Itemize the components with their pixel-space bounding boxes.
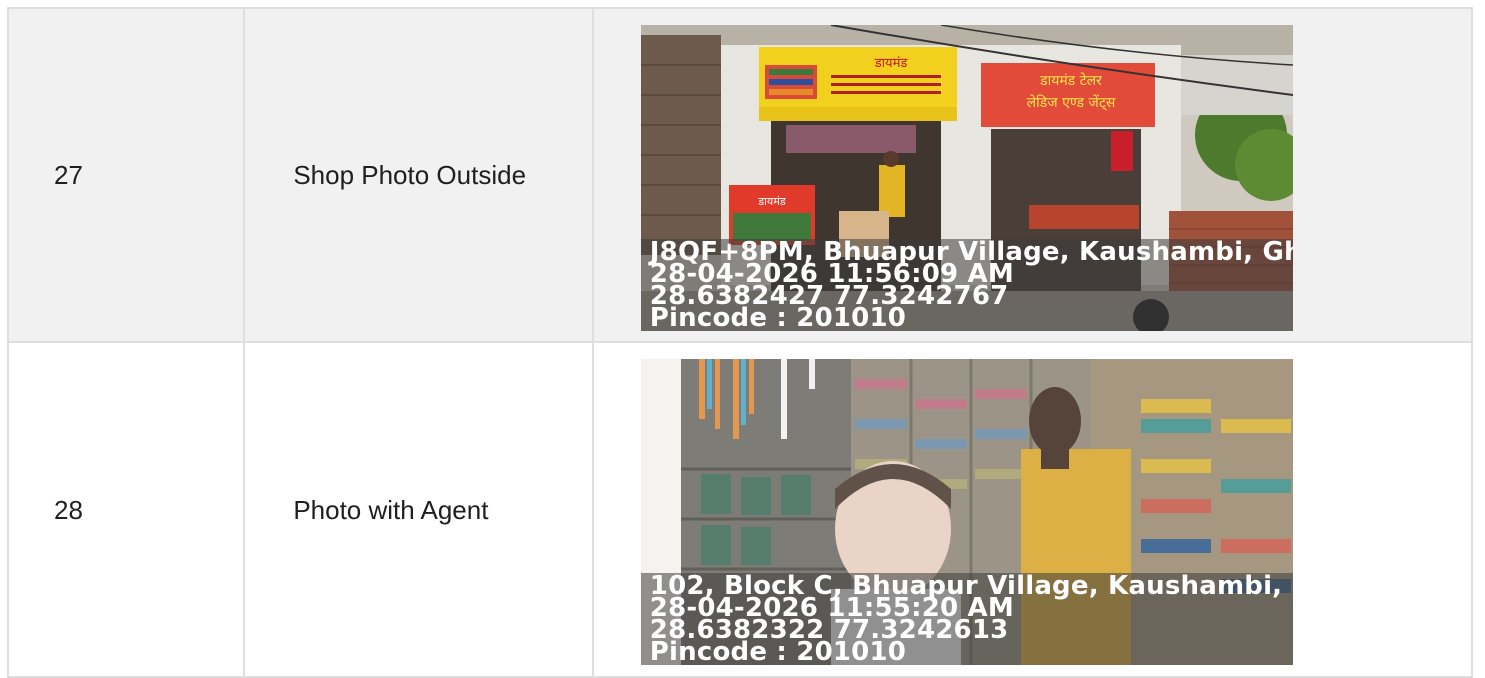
geotag-overlay: 102, Block C, Bhuapur Village, Kaushambi… <box>640 573 1293 665</box>
shop-outside-photo[interactable]: डायमंड डायमंड टेलर लेडिज एण्ड जेंट्स डाय… <box>640 25 1293 331</box>
shop-sign-text: लेडिज एण्ड जेंट्स <box>1026 94 1115 111</box>
row-label-cell: Photo with Agent <box>243 341 594 678</box>
row-number-cell: 27 <box>6 7 246 343</box>
row-label: Shop Photo Outside <box>293 160 527 190</box>
row-number-cell: 28 <box>6 341 246 678</box>
photo-cell: डायमंड डायमंड टेलर लेडिज एण्ड जेंट्स डाय… <box>591 7 1474 343</box>
shop-sign-text: डायमंड <box>873 56 908 71</box>
table-row: 27 Shop Photo Outside डायमंड डायमंड टेलर… <box>6 7 1474 343</box>
shop-sign-text: डायमंड टेलर <box>1039 72 1102 89</box>
row-number: 28 <box>54 494 83 525</box>
agent-photo[interactable]: 102, Block C, Bhuapur Village, Kaushambi… <box>640 359 1293 665</box>
row-label-cell: Shop Photo Outside <box>243 7 594 343</box>
table-row: 28 Photo with Agent 102, Block C, Bhuapu… <box>6 341 1474 678</box>
row-number: 27 <box>54 160 83 190</box>
geotag-overlay: J8QF+8PM, Bhuapur Village, Kaushambi, Gh… <box>640 239 1293 331</box>
row-label: Photo with Agent <box>293 494 489 525</box>
photo-cell: 102, Block C, Bhuapur Village, Kaushambi… <box>591 341 1474 678</box>
shop-sign-text: डायमंड <box>757 195 786 208</box>
verification-table: 27 Shop Photo Outside डायमंड डायमंड टेलर… <box>6 7 1474 678</box>
